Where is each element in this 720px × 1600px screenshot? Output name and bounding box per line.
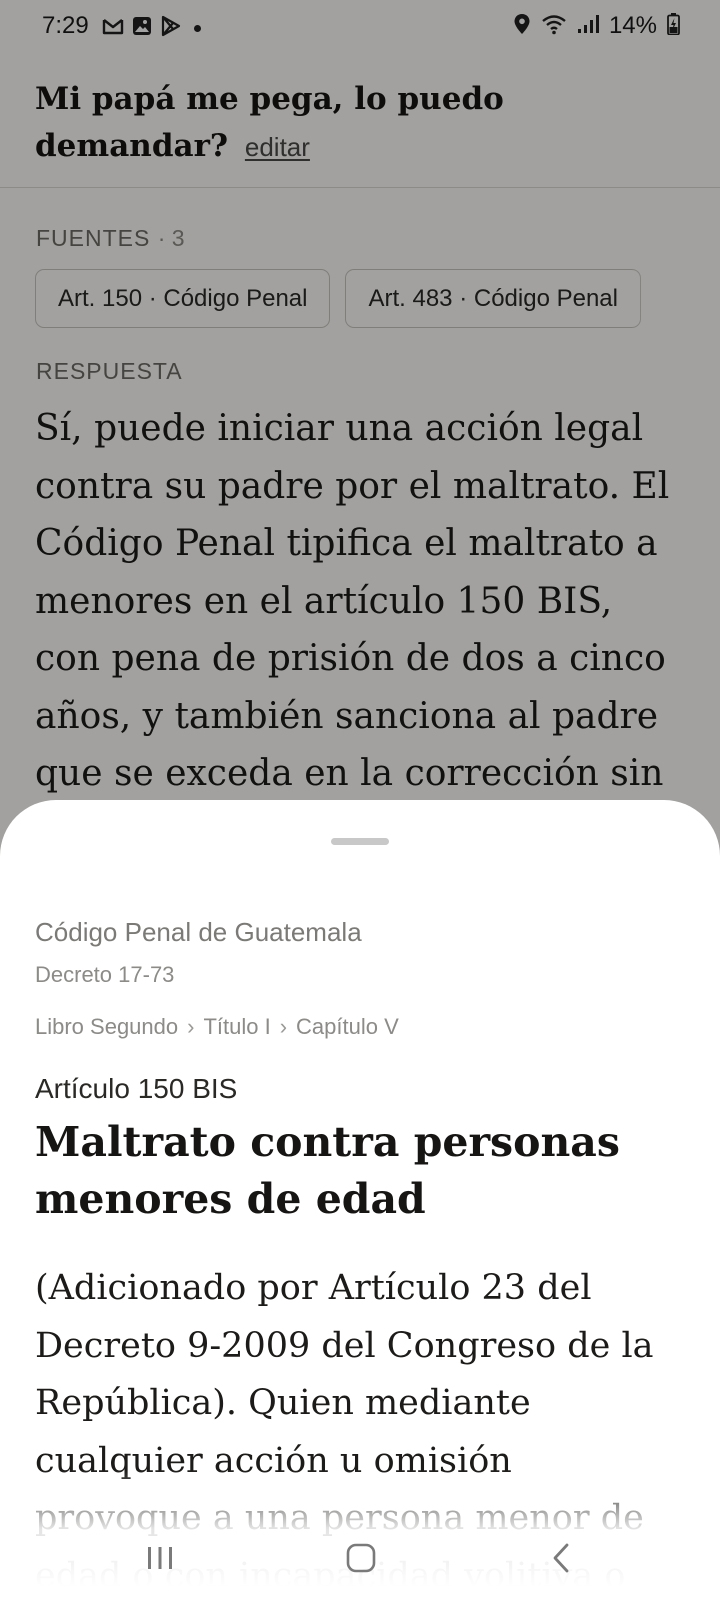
drag-handle[interactable] <box>331 838 389 845</box>
article-title: Maltrato contra personas menores de edad <box>35 1118 620 1223</box>
recents-button[interactable] <box>115 1535 205 1585</box>
breadcrumb-separator: › <box>187 1014 195 1039</box>
back-button[interactable] <box>517 1535 607 1585</box>
recents-icon <box>145 1545 175 1576</box>
system-nav-bar <box>0 1535 720 1600</box>
breadcrumb-item: Título I <box>203 1014 271 1039</box>
home-button[interactable] <box>316 1535 406 1585</box>
breadcrumb-item: Capítulo V <box>296 1014 399 1039</box>
breadcrumb-separator: › <box>279 1014 288 1039</box>
law-name: Código Penal de Guatemala <box>35 917 362 947</box>
breadcrumb: Libro Segundo › Título I › Capítulo V <box>35 1014 399 1040</box>
home-icon <box>346 1543 376 1578</box>
breadcrumb-item: Libro Segundo <box>35 1014 179 1039</box>
law-decree: Decreto 17-73 <box>35 962 175 987</box>
back-icon <box>551 1543 573 1578</box>
article-bottom-sheet: Código Penal de Guatemala Decreto 17-73 … <box>0 800 720 1600</box>
article-number: Artículo 150 BIS <box>35 1073 238 1104</box>
